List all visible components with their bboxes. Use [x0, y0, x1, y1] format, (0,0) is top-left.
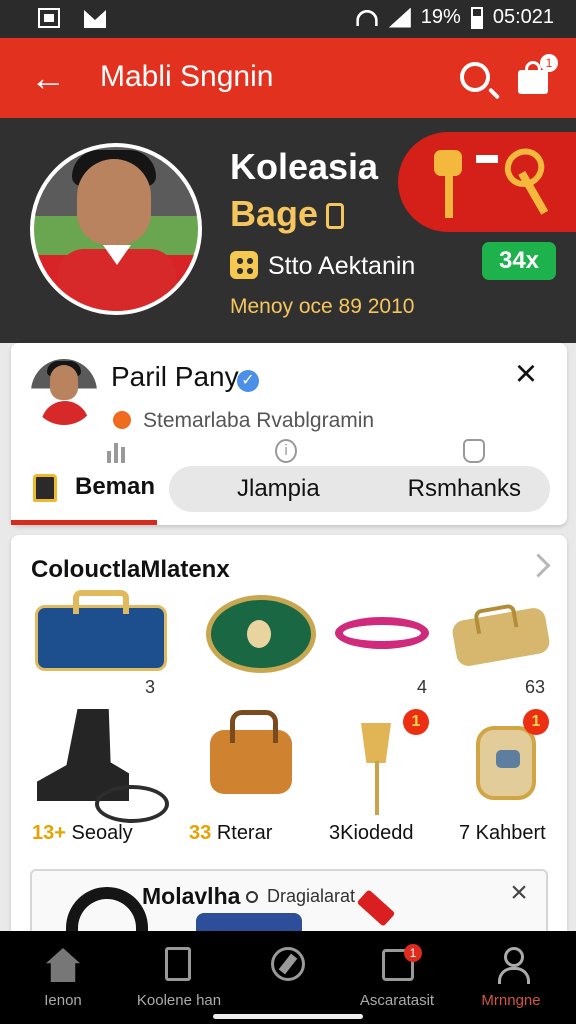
inbox-badge: 1	[404, 944, 422, 962]
tab-beman[interactable]: Beman	[33, 464, 171, 510]
item-label: 13+ Seoaly	[32, 822, 133, 845]
status-left	[38, 8, 106, 28]
item-name: 3Kiodedd	[329, 822, 414, 844]
item-number: 33	[189, 822, 212, 844]
user-avatar[interactable]	[31, 359, 97, 425]
leather-bag-item[interactable]	[210, 710, 292, 794]
tab-jlampia[interactable]: Jlampia	[237, 466, 320, 512]
count-button[interactable]: 34x	[482, 242, 556, 280]
popup-close-icon[interactable]: ×	[506, 878, 532, 908]
status-right: 19% 05:021	[355, 6, 554, 29]
wifi-icon	[355, 9, 378, 26]
item-name: Rterar	[216, 822, 273, 844]
nav-documents[interactable]: Koolene han	[124, 931, 234, 1024]
badge-icon	[326, 203, 345, 230]
decorative-red-banner	[398, 132, 576, 232]
catalog-item[interactable]: 13+ Seoaly	[26, 535, 162, 844]
catalog-item[interactable]: 33 Rterar	[183, 535, 319, 844]
small-dot-icon	[246, 891, 258, 903]
popup-subtitle: Dragialarat	[267, 886, 356, 906]
avatar-head	[77, 159, 151, 245]
battery-icon	[470, 6, 483, 29]
tab-label: Beman	[75, 473, 156, 500]
active-tab-indicator	[11, 520, 157, 525]
tab-label: Jlampia	[237, 475, 320, 502]
nav-label: Ascaratasit	[359, 992, 435, 1009]
item-name: 7 Kahbert	[459, 822, 546, 844]
nav-label: Mrnngne	[481, 992, 541, 1009]
item-number: 13+	[32, 822, 66, 844]
item-name: Seoaly	[71, 822, 133, 844]
bag-badge: 1	[540, 54, 558, 72]
notification-icon	[38, 8, 60, 28]
bottom-navigation: Ienon Koolene han 1 Ascaratasit Mrnngne	[0, 931, 576, 1024]
item-label: 3Kiodedd	[329, 822, 414, 845]
close-icon[interactable]: ×	[509, 355, 543, 393]
back-arrow-icon[interactable]: ←	[30, 60, 66, 96]
app-header: ← Mabli Sngnin 1	[0, 38, 576, 118]
key-shaft	[445, 172, 453, 218]
signal-icon	[388, 7, 411, 28]
popup-title: Molavlha	[142, 883, 241, 909]
nav-explore[interactable]	[233, 931, 343, 1024]
item-badge: 1	[403, 709, 429, 735]
key-icon	[430, 150, 464, 222]
tab-bar: Beman Jlampia Rsmhanks	[11, 464, 567, 525]
lipstick-image	[356, 889, 396, 927]
bag-body	[518, 70, 548, 94]
item-count: 63	[524, 677, 545, 697]
collection-title: Koleasia	[230, 146, 379, 187]
compass-icon	[271, 947, 305, 981]
nav-home[interactable]: Ienon	[8, 931, 118, 1024]
nav-label: Koolene han	[136, 992, 222, 1009]
item-label: 7 Kahbert	[459, 822, 546, 845]
boot-lace	[95, 785, 169, 823]
profile-avatar[interactable]	[30, 143, 202, 315]
hand-icon	[463, 439, 485, 463]
tab-group: Jlampia Rsmhanks	[169, 466, 550, 512]
keychain-case-item[interactable]	[476, 726, 536, 800]
clock: 05:021	[492, 6, 554, 28]
avatar-shirt	[41, 401, 89, 425]
bar-chart-icon	[107, 439, 129, 463]
dice-icon	[230, 251, 258, 279]
cup-chain	[375, 761, 379, 815]
item-label: 33 Rterar	[189, 822, 272, 845]
item-count: 3	[144, 677, 155, 697]
profile-date-text: Menoy oce 89 2010	[230, 295, 415, 318]
profile-meta-text: Stto Aektanin	[268, 252, 416, 280]
user-profile-card: Paril Pany ✓ × Stemarlaba Rvablgramin i …	[11, 343, 567, 525]
user-subtitle: Stemarlaba Rvablgramin	[143, 409, 375, 432]
collection-badge: Bage	[230, 193, 345, 235]
avatar-head	[50, 365, 78, 400]
home-indicator[interactable]	[213, 1014, 363, 1019]
shopping-bag-icon[interactable]: 1	[518, 54, 558, 94]
nav-inbox[interactable]: 1 Ascaratasit	[342, 931, 452, 1024]
status-bar: 19% 05:021	[0, 0, 576, 38]
catalog-item[interactable]: 7 Kahbert	[453, 535, 567, 844]
verified-check-icon: ✓	[237, 370, 259, 392]
catalog-item[interactable]: 3Kiodedd	[323, 535, 459, 844]
nav-profile[interactable]: Mrnngne	[456, 931, 566, 1024]
person-icon	[496, 947, 530, 984]
user-subtitle-icon	[113, 411, 131, 429]
user-name: Paril Pany	[111, 361, 239, 392]
item-badge: 1	[523, 709, 549, 735]
badge-title: Bage	[230, 193, 319, 234]
profile-section: Koleasia Bage Stto Aektanin Menoy oce 89…	[0, 118, 576, 343]
trophy-icon	[33, 474, 57, 502]
item-count: 4	[416, 677, 427, 697]
nav-label: Ienon	[44, 992, 82, 1009]
cup-pendant-item[interactable]	[361, 723, 391, 763]
tab-rsmhanks[interactable]: Rsmhanks	[408, 466, 521, 512]
search-icon[interactable]	[460, 62, 490, 92]
info-icon: i	[275, 439, 297, 463]
document-icon	[165, 947, 191, 981]
battery-percentage: 19%	[420, 6, 461, 28]
tab-label: Rsmhanks	[407, 475, 521, 502]
home-icon	[46, 948, 80, 982]
mail-icon	[84, 8, 106, 28]
header-title: Mabli Sngnin	[100, 60, 274, 93]
